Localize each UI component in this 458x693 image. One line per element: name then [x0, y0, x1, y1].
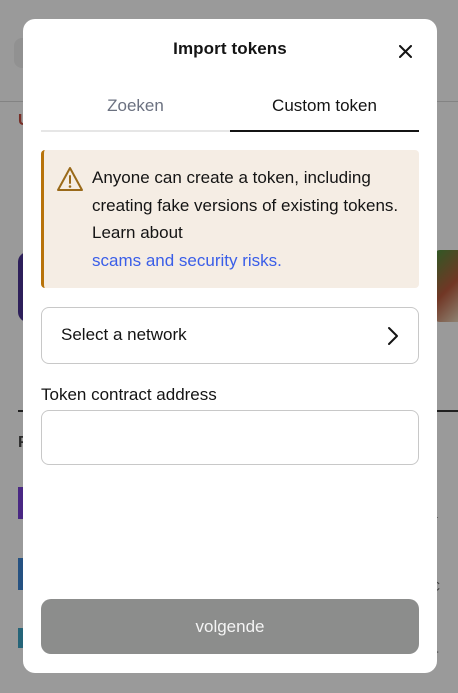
tab-custom-token[interactable]: Custom token — [230, 89, 419, 132]
scams-security-link[interactable]: scams and security risks. — [92, 247, 412, 275]
chevron-right-icon — [388, 327, 398, 345]
import-tokens-modal: Import tokens Zoeken Custom token Anyone… — [23, 19, 437, 673]
modal-title: Import tokens — [173, 39, 287, 58]
import-tabs: Zoeken Custom token — [41, 89, 419, 132]
warning-triangle-icon — [57, 167, 83, 191]
warning-message: Anyone can create a token, including cre… — [92, 168, 399, 242]
network-select-label: Select a network — [61, 325, 187, 344]
token-address-label: Token contract address — [41, 385, 217, 404]
token-address-input[interactable] — [41, 410, 419, 465]
close-icon — [398, 44, 412, 58]
tab-search[interactable]: Zoeken — [41, 89, 230, 132]
next-button[interactable]: volgende — [41, 599, 419, 654]
warning-text: Anyone can create a token, including cre… — [92, 164, 412, 274]
network-select[interactable]: Select a network — [41, 307, 419, 364]
warning-banner: Anyone can create a token, including cre… — [41, 150, 419, 288]
close-button[interactable] — [391, 39, 419, 63]
